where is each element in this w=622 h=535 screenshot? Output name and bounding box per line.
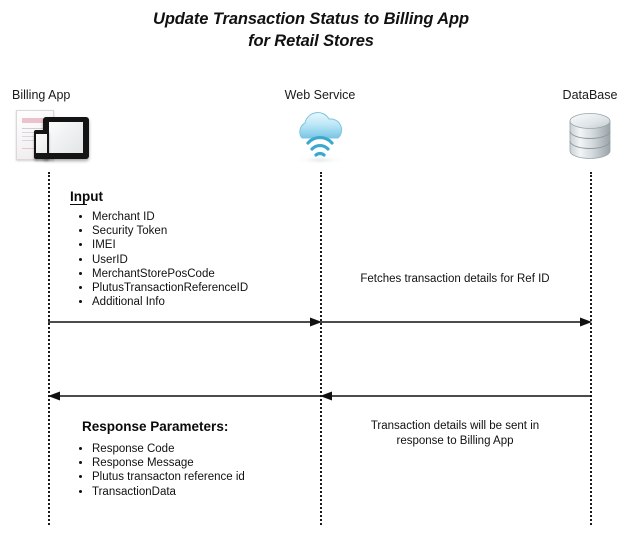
note-transaction-response-line-1: Transaction details will be sent in [370,420,540,432]
response-parameters-block: Response Parameters: Response Code Respo… [70,418,310,499]
devices-icon [10,108,90,166]
arrow-web-service-to-billing-app [48,390,322,402]
response-parameters-list: Response Code Response Message Plutus tr… [70,442,310,499]
list-item: TransactionData [92,485,310,499]
actor-database-label: DataBase [562,88,618,102]
phone-icon [34,130,49,159]
actor-billing-app-label: Billing App [12,88,71,102]
list-item: Response Code [92,442,310,456]
arrow-web-service-to-database [320,316,592,328]
arrow-billing-app-to-web-service [48,316,322,328]
list-item: IMEI [92,238,300,252]
input-parameters-list: Merchant ID Security Token IMEI UserID M… [70,210,300,309]
actor-database: DataBase [530,88,622,166]
note-fetch-transaction-details: Fetches transaction details for Ref ID [360,273,550,285]
actor-billing-app: Billing App [2,88,122,166]
note-transaction-response-line-2: response to Billing App [396,435,514,447]
page-title: Update Transaction Status to Billing App… [0,8,622,52]
list-item: Security Token [92,224,300,238]
page-title-line-1: Update Transaction Status to Billing App [153,10,469,28]
note-transaction-response: Transaction details will be sent in resp… [330,419,580,449]
cloud-wifi-icon [288,108,352,166]
input-parameters-block: Input Merchant ID Security Token IMEI Us… [70,188,300,309]
list-item: Merchant ID [92,210,300,224]
page-title-line-2: for Retail Stores [248,32,374,50]
list-item: Plutus transacton reference id [92,470,310,484]
list-item: Response Message [92,456,310,470]
list-item: MerchantStorePosCode [92,267,300,281]
response-parameters-heading: Response Parameters: [82,419,229,434]
lifeline-web-service [320,172,322,525]
lifeline-billing-app [48,172,50,525]
actor-web-service: Web Service [260,88,380,166]
lifeline-database [590,172,592,525]
database-cylinder-icon-svg [569,113,611,159]
arrow-database-to-web-service [320,390,592,402]
actor-web-service-label: Web Service [284,88,356,102]
cloud-wifi-icon-svg [294,112,346,165]
list-item: PlutusTransactionReferenceID [92,281,300,295]
list-item: Additional Info [92,295,300,309]
input-heading: Input [70,189,103,205]
database-cylinder-icon [562,108,618,166]
list-item: UserID [92,253,300,267]
tablet-icon [43,117,89,159]
